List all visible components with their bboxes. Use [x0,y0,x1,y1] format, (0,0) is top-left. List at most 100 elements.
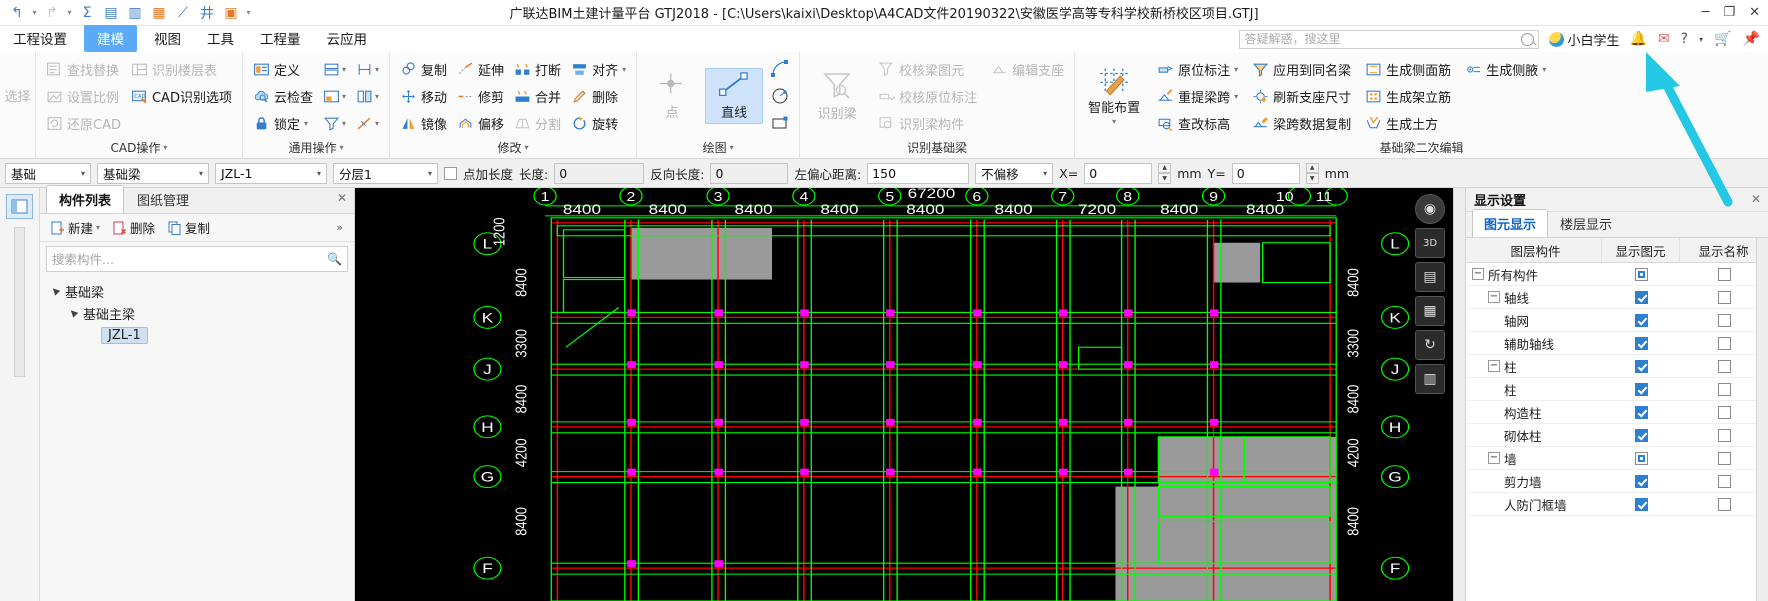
legend-icon[interactable]: ▥ [1415,364,1445,394]
pin-icon[interactable]: 📌 [1743,31,1760,47]
chevron-down-icon[interactable]: ▾ [1234,92,1238,101]
menu-tab-2[interactable]: 视图 [141,25,194,52]
ribbon-item-merge[interactable]: 合并 [510,84,565,109]
chevron-down-icon[interactable]: ▾ [304,119,308,128]
chevron-down-icon[interactable]: ▾ [375,65,379,74]
left-rail-scrollbar[interactable] [14,227,25,377]
show-name-checkbox[interactable] [1717,313,1731,327]
show-element-checkbox[interactable] [1634,451,1648,465]
tree-expander-icon[interactable]: ▲ [66,306,81,321]
restore-button[interactable]: ❐ [1723,5,1735,20]
display-settings-row[interactable]: 柱 [1466,378,1768,401]
user-account[interactable]: 小白学生 [1549,30,1620,49]
spin-up-icon[interactable]: ▲ [1158,162,1172,173]
cad-canvas[interactable]: 8400 8400 8400 8400 8400 8400 7200 8400 8400… [355,188,1465,601]
show-name-checkbox[interactable] [1717,359,1731,373]
ribbon-item-generate-earthwork[interactable]: 生成土方 [1361,111,1455,136]
more-chevrons-icon[interactable]: » [331,219,348,236]
help-search-input[interactable] [1244,32,1522,46]
view-report-icon[interactable]: ▥ [124,3,146,23]
show-name-checkbox[interactable] [1717,497,1731,511]
chevron-down-icon[interactable]: ▾ [342,119,346,128]
show-element-checkbox[interactable] [1634,290,1648,304]
ribbon-item-split[interactable]: 分割 [510,111,565,136]
message-icon[interactable]: ✉ [1658,31,1670,47]
copy-component-button[interactable]: 复制 [163,216,215,239]
ribbon-bigbtn-smart-layout[interactable]: 智能布置 ▾ [1081,64,1147,128]
ribbon-item-generate-side-bar[interactable]: 生成侧面筋 [1361,57,1455,82]
ribbon-iconbtn-arrows[interactable]: ▾ [352,84,383,109]
component-panel-tab-0[interactable]: 构件列表 [46,185,125,213]
display-settings-row[interactable]: 人防门框墙 [1466,493,1768,516]
point-add-length-checkbox[interactable] [444,166,457,180]
ribbon-item-generate-side-haunch[interactable]: 生成侧腋 ▾ [1461,57,1550,82]
show-name-checkbox[interactable] [1717,267,1731,281]
chevron-down-icon[interactable]: ▾ [1040,169,1050,178]
ribbon-item-find-replace[interactable]: 查找替换 [42,57,125,82]
ribbon-bigbtn-recognize-beam[interactable]: 识别梁 [806,68,868,124]
category-combo[interactable]: 基础 ▾ [5,162,91,184]
layer-combo[interactable]: 分层1 ▾ [333,162,438,184]
component-search-box[interactable]: 🔍 [46,246,348,272]
redo-dropdown-icon[interactable]: ▾ [65,8,74,17]
ribbon-item-copy[interactable]: 复制 [396,57,451,82]
chevron-down-icon[interactable]: ▾ [96,223,100,232]
cad-drawing[interactable]: 8400 8400 8400 8400 8400 8400 7200 8400 8400… [355,188,1465,601]
show-element-checkbox[interactable] [1634,359,1648,373]
chevron-down-icon[interactable]: ▾ [730,138,734,158]
ribbon-item-check-beam-element[interactable]: 校核梁图元 [874,57,981,82]
ribbon-item-in-situ-label[interactable]: 原位标注 ▾ [1153,57,1242,82]
member-combo[interactable]: JZL-1 ▾ [215,162,327,184]
ribbon-item-define[interactable]: 定义 [249,57,317,82]
measure-icon[interactable]: ⟋ [172,3,194,23]
chevron-down-icon[interactable]: ▾ [339,138,343,158]
search-icon[interactable] [1521,32,1535,46]
ribbon-item-rotate[interactable]: 旋转 [567,111,630,136]
chevron-down-icon[interactable]: ▾ [1234,65,1238,74]
ribbon-item-set-scale[interactable]: 设置比例 [42,84,125,109]
ribbon-iconbtn-layer[interactable]: ▾ [319,57,350,82]
add-layer-icon[interactable]: ▣ [220,3,242,23]
reverse-length-input[interactable]: 0 [710,162,789,184]
select-button[interactable]: 选择 [4,83,30,108]
ribbon-item-refresh-support-size[interactable]: 刷新支座尺寸 [1248,84,1355,109]
ribbon-iconbtn-hatch[interactable]: ▾ [352,111,383,136]
x-stepper[interactable]: ▲ ▼ [1158,162,1172,184]
redo-icon[interactable]: ↱ [41,3,63,23]
ribbon-item-offset[interactable]: 偏移 [453,111,508,136]
display-settings-row[interactable]: − 所有构件 [1466,263,1768,286]
ribbon-item-rectangle[interactable] [767,111,793,135]
menu-tab-5[interactable]: 云应用 [314,25,381,52]
plan-view-icon[interactable]: ▦ [1415,296,1445,326]
ribbon-item-break[interactable]: 打断 [510,57,565,82]
minimize-button[interactable]: ─ [1702,5,1710,20]
ribbon-item-re-extract-span[interactable]: 重提梁跨 ▾ [1153,84,1242,109]
rotate-view-icon[interactable]: ↻ [1415,330,1445,360]
cart-icon[interactable]: 🛒 [1714,31,1731,47]
display-settings-row[interactable]: 轴网 [1466,309,1768,332]
show-element-checkbox[interactable] [1634,474,1648,488]
tree-expander-icon[interactable]: − [1488,452,1500,464]
sum-icon[interactable]: Σ [76,3,98,23]
chevron-down-icon[interactable]: ▾ [1699,35,1703,44]
tree-expander-icon[interactable]: ▲ [48,284,63,299]
display-settings-row[interactable]: − 轴线 [1466,286,1768,309]
chevron-down-icon[interactable]: ▾ [314,169,324,178]
ribbon-item-check-elevation[interactable]: 查改标高 [1153,111,1242,136]
new-component-button[interactable]: 新建 ▾ [46,216,105,239]
display-settings-scrollbar[interactable] [1756,238,1768,601]
ribbon-bigbtn-point[interactable]: 点 [643,69,701,123]
y-input[interactable]: 0 [1231,162,1300,184]
show-name-checkbox[interactable] [1717,428,1731,442]
chevron-down-icon[interactable]: ▾ [78,169,88,178]
ribbon-item-lock[interactable]: 锁定 ▾ [249,111,317,136]
show-element-checkbox[interactable] [1634,405,1648,419]
component-tree-node-2[interactable]: JZL-1 [40,324,354,346]
display-settings-row[interactable]: − 柱 [1466,355,1768,378]
display-settings-row[interactable]: 辅助轴线 [1466,332,1768,355]
ribbon-bigbtn-line[interactable]: 直线 [705,68,764,124]
search-icon[interactable]: 🔍 [327,252,342,266]
left-eccentric-input[interactable]: 150 [867,162,970,184]
chevron-down-icon[interactable]: ▾ [196,169,206,178]
chevron-down-icon[interactable]: ▾ [525,138,529,158]
